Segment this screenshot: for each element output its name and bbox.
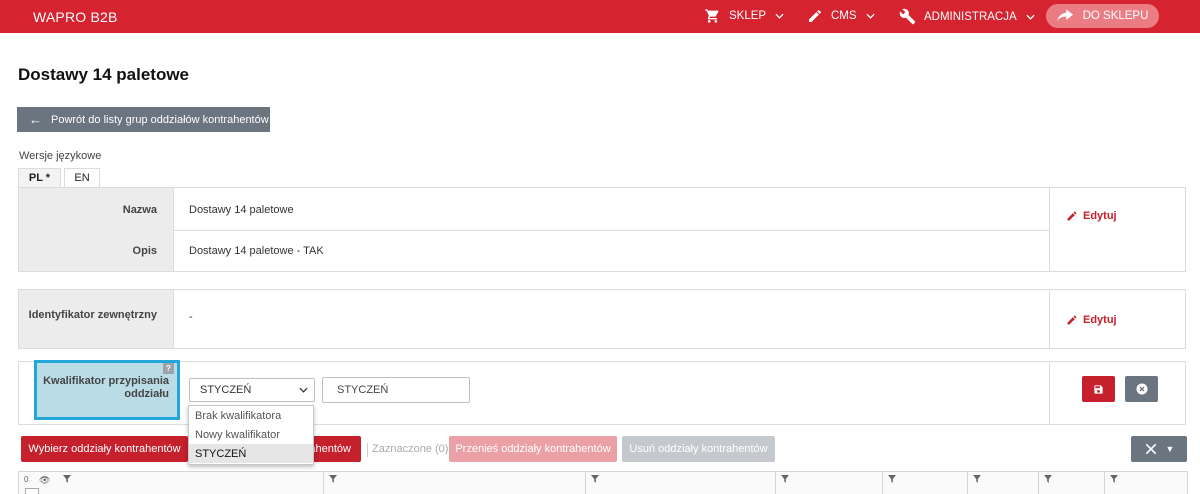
action-column: Edytuj [1049,290,1185,348]
close-circle-icon [1136,383,1147,395]
edit-external-id-button[interactable]: Edytuj [1066,314,1117,326]
move-branches-button[interactable]: Przenieś oddziały kontrahentów [449,436,617,462]
qualifier-dropdown-list: Brak kwalifikatora Nowy kwalifikator STY… [188,405,314,465]
row-count: 0 [24,475,29,484]
nav-administracja-label: ADMINISTRACJA [924,10,1017,23]
table-column [585,472,599,494]
action-column [1049,362,1185,424]
filter-icon[interactable] [591,475,599,483]
page-title: Dostawy 14 paletowe [18,65,190,84]
tools-menu-button[interactable]: ▼ [1131,436,1187,462]
action-column: Edytuj [1049,188,1185,271]
nav-cms-label: CMS [831,10,857,22]
chevron-down-icon [1026,14,1035,20]
table-column [882,472,896,494]
qualifier-label-box: ? Kwalifikator przypisania oddziału [34,360,180,420]
external-id-value: - [189,311,193,323]
nav-sklep-label: SKLEP [729,10,767,22]
delete-branches-button[interactable]: Usuń oddziały kontrahentów [622,436,775,462]
filter-icon[interactable] [888,475,896,483]
pencil-icon [1067,211,1077,221]
table-column [1038,472,1052,494]
arrow-left-icon: ← [29,112,42,127]
external-id-panel: Identyfikator zewnętrzny - Edytuj [18,289,1186,349]
nav-sklep[interactable]: SKLEP [704,8,784,24]
option-new-qualifier[interactable]: Nowy kwalifikator [189,425,313,444]
select-all-checkbox[interactable] [25,488,39,494]
floppy-icon [1094,384,1103,394]
top-navbar: WAPRO B2B SKLEP CMS ADMINISTRACJA DO SKL… [0,0,1200,33]
filter-icon[interactable] [781,475,789,483]
pencil-icon [809,9,822,22]
option-styczen[interactable]: STYCZEŃ [189,444,313,463]
nav-cms[interactable]: CMS [807,8,875,24]
wrench-icon [899,8,916,25]
go-to-shop-button[interactable]: DO SKLEPU [1046,4,1159,28]
label-column [19,188,174,271]
row-divider [174,230,1049,231]
language-versions-label: Wersje językowe [19,150,102,162]
description-label: Opis [132,245,157,257]
chevron-down-icon [865,13,875,19]
option-no-qualifier[interactable]: Brak kwalifikatora [189,406,313,425]
share-arrow-icon [1056,9,1073,22]
filter-icon[interactable] [329,475,337,483]
filter-icon[interactable] [1044,475,1052,483]
chevron-down-icon [775,13,784,19]
edit-label: Edytuj [1083,210,1117,222]
tab-pl[interactable]: PL * [18,168,61,188]
go-to-shop-label: DO SKLEPU [1082,10,1149,22]
eye-icon[interactable]: 👁 [39,475,50,486]
tab-en[interactable]: EN [64,168,100,188]
qualifier-select[interactable]: STYCZEŃ [189,378,315,402]
table-column [775,472,789,494]
filter-icon[interactable] [1110,475,1118,483]
table-column [323,472,337,494]
caret-down-icon: ▼ [1165,444,1175,454]
cancel-button[interactable] [1125,376,1158,402]
name-label: Nazwa [122,204,157,216]
brand-logo[interactable]: WAPRO B2B [33,9,118,25]
nav-administracja[interactable]: ADMINISTRACJA [899,8,1035,25]
qualifier-label: Kwalifikator przypisania oddziału [43,375,169,400]
cart-icon [705,9,719,23]
edit-label: Edytuj [1083,314,1117,326]
help-icon[interactable]: ? [163,363,174,374]
name-description-panel: Nazwa Dostawy 14 paletowe Opis Dostawy 1… [18,187,1186,272]
selected-count: Zaznaczone (0) [367,443,448,457]
tools-icon [1145,443,1156,455]
save-button[interactable] [1082,376,1115,402]
name-value: Dostawy 14 paletowe [189,204,294,216]
filter-icon[interactable] [63,475,71,483]
filter-icon[interactable] [973,475,981,483]
table-column [967,472,981,494]
back-to-list-button[interactable]: ← Powrót do listy grup oddziałów kontrah… [17,107,270,132]
external-id-label: Identyfikator zewnętrzny [28,309,157,321]
pick-branches-button[interactable]: Wybierz oddziały kontrahentów [21,436,188,462]
description-value: Dostawy 14 paletowe - TAK [189,245,324,257]
qualifier-text-input[interactable]: STYCZEŃ [322,377,470,403]
branches-table-header: 0 👁 [18,471,1188,494]
edit-name-button[interactable]: Edytuj [1066,210,1117,222]
qualifier-selected-value: STYCZEŃ [200,384,252,396]
chevron-down-icon [299,387,308,393]
back-to-list-label: Powrót do listy grup oddziałów kontrahen… [51,113,269,126]
table-column [1104,472,1118,494]
pencil-icon [1067,315,1077,325]
